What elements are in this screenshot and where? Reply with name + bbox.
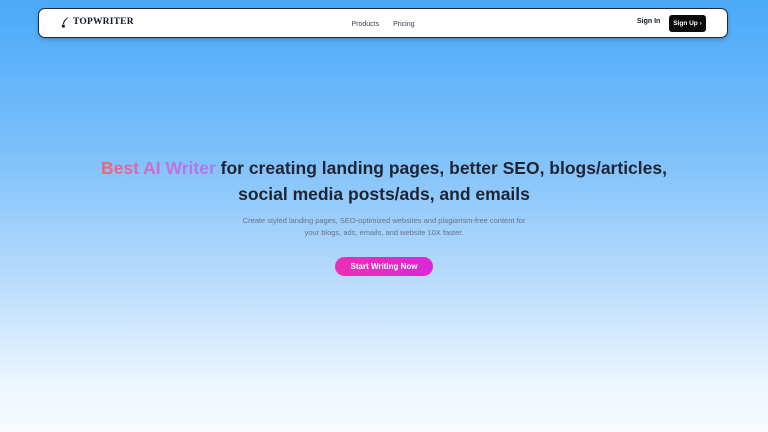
sign-up-button[interactable]: Sign Up › [669,15,706,32]
hero-headline: Best AI Writer for creating landing page… [84,155,684,207]
hero-subtext: Create styled landing pages, SEO-optimiz… [242,216,526,237]
logo[interactable]: TOPWRITER [61,17,134,28]
main-nav: Products Pricing [39,9,727,39]
nav-link-products[interactable]: Products [351,21,379,28]
sign-in-link[interactable]: Sign In [637,18,660,25]
headline-rest: for creating landing pages, better SEO, … [215,158,667,204]
headline-accent: Best AI Writer [101,158,216,178]
logo-text: TOPWRITER [73,17,134,27]
sign-up-label: Sign Up [673,20,698,27]
hero-section: Best AI Writer for creating landing page… [0,155,768,239]
quill-pen-icon [61,17,70,28]
start-writing-button[interactable]: Start Writing Now [335,257,433,276]
top-navbar: TOPWRITER Products Pricing Sign In Sign … [38,8,728,38]
nav-link-pricing[interactable]: Pricing [393,21,414,28]
chevron-right-icon: › [699,20,702,27]
